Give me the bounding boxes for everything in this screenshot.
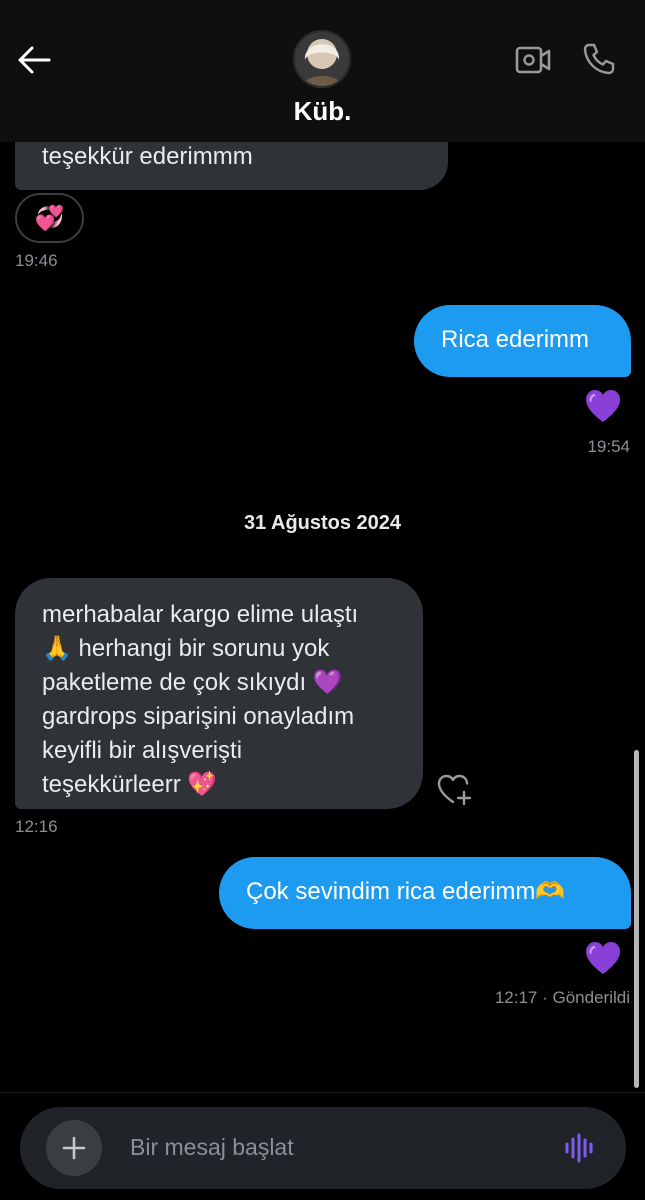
page-title[interactable]: Küb. [0, 96, 645, 127]
message-status: 12:17 · Gönderildi [495, 988, 630, 1008]
two-hearts-emoji: 💞 [34, 204, 65, 232]
message-bubble-incoming[interactable]: merhabalar kargo elime ulaştı 🙏 herhangi… [15, 578, 423, 809]
message-bubble-outgoing[interactable]: Çok sevindim rica ederimm🫶 [219, 857, 631, 929]
add-attachment-button[interactable] [46, 1120, 102, 1176]
add-reaction-icon[interactable] [436, 772, 474, 808]
purple-heart-reaction-icon [586, 942, 620, 974]
delivery-status: · Gönderildi [542, 988, 630, 1007]
voice-call-button[interactable] [576, 36, 622, 82]
scrollbar-thumb[interactable] [634, 750, 639, 1088]
video-call-button[interactable] [510, 38, 556, 82]
avatar[interactable] [293, 30, 351, 88]
reaction-badge[interactable]: 💞 [15, 193, 84, 243]
message-text: Çok sevindim rica ederimm🫶 [246, 878, 566, 905]
message-text: teşekkür ederimmm [42, 143, 253, 170]
phone-icon [583, 43, 615, 75]
message-time: 12:17 [494, 988, 538, 1007]
message-line: keyifli bir alışverişti [42, 737, 243, 764]
plus-icon [62, 1136, 86, 1160]
voice-message-button[interactable] [558, 1126, 602, 1170]
arrow-left-icon [18, 46, 51, 74]
purple-heart-reaction-icon [586, 390, 620, 422]
message-line: 🙏 herhangi bir sorunu yok [42, 635, 330, 662]
message-input[interactable] [20, 1107, 626, 1189]
video-camera-icon [515, 46, 551, 74]
message-input-placeholder[interactable]: Bir mesaj başlat [130, 1134, 294, 1161]
message-line: gardrops siparişini onayladım [42, 703, 355, 730]
message-time: 12:16 [15, 817, 58, 836]
message-bubble-outgoing[interactable]: Rica ederimm [414, 305, 631, 377]
back-button[interactable] [14, 40, 54, 80]
date-separator: 31 Ağustos 2024 [243, 512, 402, 534]
message-time: 19:54 [587, 437, 630, 456]
message-line: teşekkürleerr 💖 [42, 771, 218, 798]
message-line: merhabalar kargo elime ulaştı [42, 601, 359, 628]
voice-wave-icon [565, 1133, 593, 1163]
conversation-header: Küb. [0, 0, 645, 142]
message-line: paketleme de çok sıkıydı 💜 [42, 669, 343, 696]
message-text: Rica ederimm [441, 326, 590, 353]
message-time: 19:46 [15, 251, 58, 270]
